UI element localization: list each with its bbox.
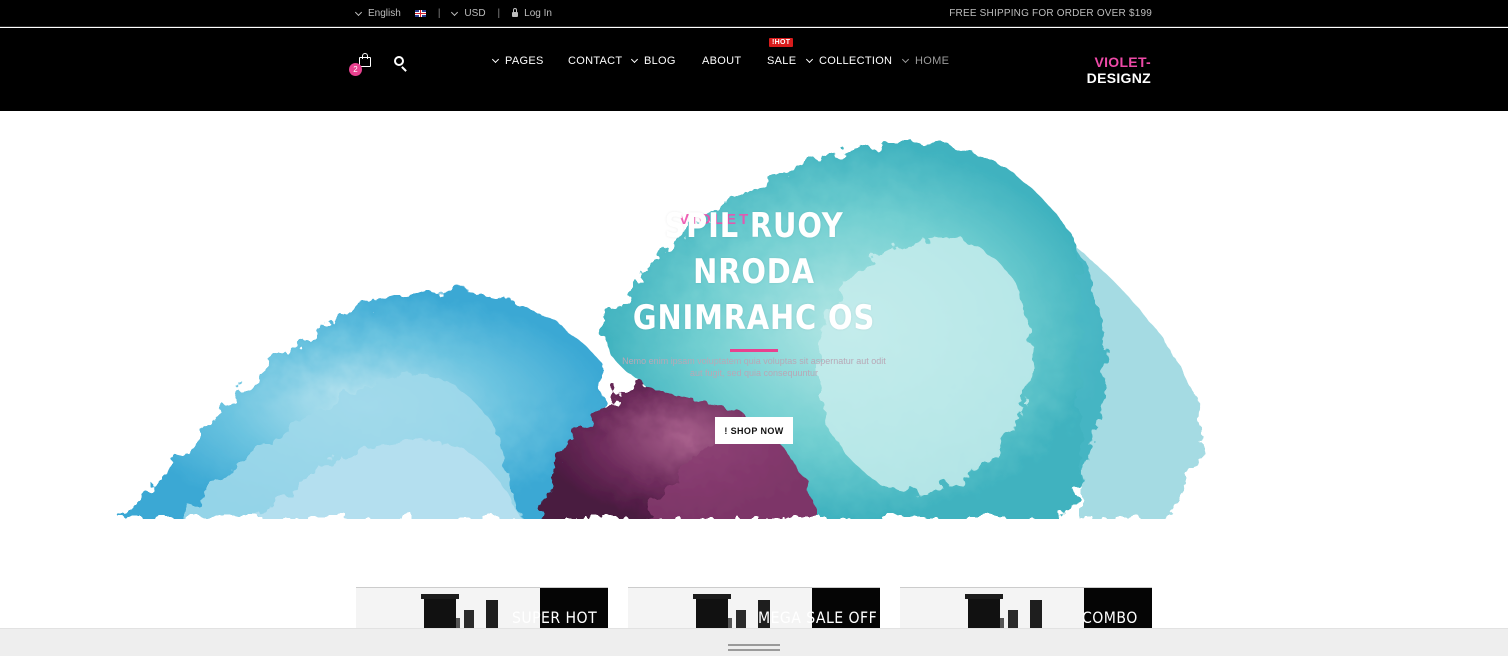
nav-label: COLLECTION bbox=[819, 55, 893, 67]
chevron-down-icon bbox=[491, 55, 500, 63]
nav-item-about[interactable]: ABOUT bbox=[702, 55, 741, 67]
separator: | bbox=[437, 8, 441, 19]
promo-label: MEGA SALE OFF bbox=[758, 608, 878, 627]
currency-label: USD bbox=[464, 8, 486, 19]
shop-now-button[interactable]: ! SHOP NOW bbox=[715, 417, 793, 444]
nav-item-pages[interactable]: PAGES bbox=[491, 55, 544, 67]
language-label: English bbox=[368, 8, 401, 19]
nav-item-blog[interactable]: BLOG bbox=[630, 55, 676, 67]
chevron-down-icon bbox=[901, 55, 910, 63]
nav-label: HOME bbox=[915, 55, 950, 67]
site-logo[interactable]: VIOLET- DESIGNZ bbox=[1087, 54, 1151, 86]
chevron-down-icon bbox=[805, 55, 814, 63]
search-icon[interactable] bbox=[394, 56, 404, 66]
hero-divider bbox=[730, 349, 778, 352]
hero-title-line2: GNIMRAHC OS bbox=[632, 298, 876, 338]
uk-flag-icon[interactable] bbox=[414, 10, 426, 17]
hot-badge: !HOT bbox=[769, 38, 794, 47]
logo-line1: VIOLET- bbox=[1094, 54, 1151, 70]
bottom-drawer-bar[interactable] bbox=[0, 628, 1508, 656]
nav-item-collection[interactable]: COLLECTION bbox=[805, 55, 893, 67]
separator: | bbox=[497, 8, 501, 19]
nav-item-sale[interactable]: SALE bbox=[767, 55, 796, 67]
hero-banner: VIOLET SPIL RUOY NRODA GNIMRAHC OS Nemo … bbox=[0, 111, 1508, 519]
nav-label: CONTACT bbox=[568, 55, 623, 67]
hero-title-line1: SPIL RUOY NRODA bbox=[664, 206, 844, 292]
main-header: 2 PAGES CONTACT BLOG ABOUT SALE COLLECTI… bbox=[0, 28, 1508, 111]
nav-label: PAGES bbox=[505, 55, 544, 67]
login-label: Log In bbox=[524, 8, 552, 19]
chevron-down-icon bbox=[630, 55, 639, 63]
nav-label: BLOG bbox=[644, 55, 676, 67]
free-shipping-notice: FREE SHIPPING FOR ORDER OVER $199 bbox=[949, 8, 1152, 19]
promo-label: SUPER HOT bbox=[512, 608, 598, 627]
promo-label: COMBO bbox=[1082, 608, 1138, 627]
nav-label: SALE bbox=[767, 55, 797, 67]
login-link[interactable]: Log In bbox=[512, 8, 552, 19]
top-bar: English | USD | Log In FREE SHIPPING FOR… bbox=[0, 0, 1508, 27]
nav-item-contact[interactable]: CONTACT bbox=[568, 55, 622, 67]
lock-icon bbox=[512, 8, 519, 17]
chevron-down-icon bbox=[354, 8, 363, 16]
hero-description: Nemo enim ipsam voluptatem quia voluptas… bbox=[622, 356, 886, 378]
language-selector[interactable]: English bbox=[354, 8, 401, 19]
currency-selector[interactable]: USD bbox=[451, 8, 486, 19]
drawer-handle-icon[interactable] bbox=[728, 644, 780, 654]
cart-count-badge: 2 bbox=[349, 63, 362, 76]
logo-line2: DESIGNZ bbox=[1086, 70, 1151, 86]
hero-title: SPIL RUOY NRODA GNIMRAHC OS bbox=[627, 203, 882, 341]
chevron-down-icon bbox=[451, 8, 459, 16]
nav-item-home[interactable]: HOME bbox=[901, 55, 950, 67]
nav-label: ABOUT bbox=[702, 55, 742, 67]
